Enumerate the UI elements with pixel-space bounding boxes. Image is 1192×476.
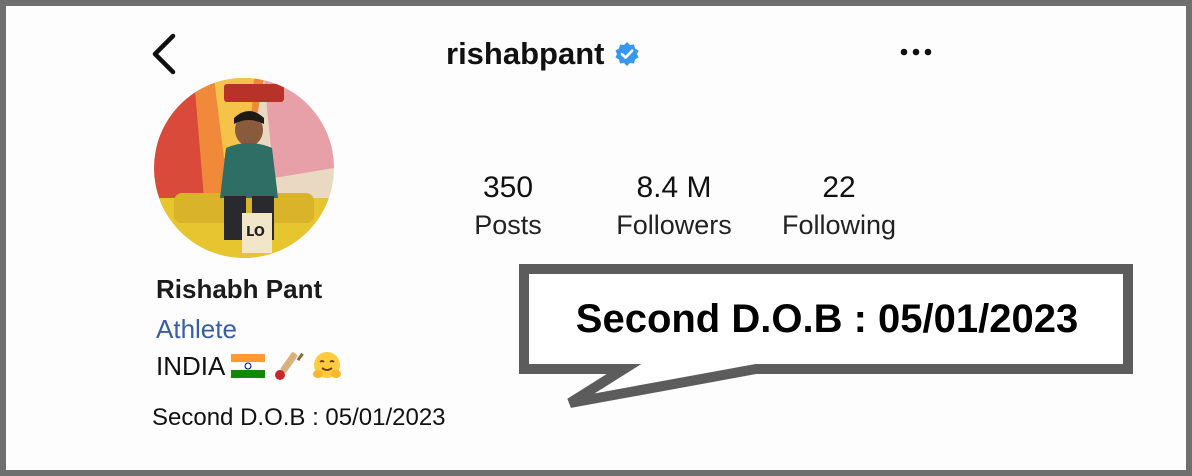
chevron-left-icon bbox=[152, 33, 176, 75]
profile-avatar[interactable]: LO bbox=[154, 78, 334, 258]
flag-india-icon bbox=[231, 354, 266, 378]
verified-badge-icon bbox=[615, 42, 639, 66]
username: rishabpant bbox=[446, 36, 605, 71]
cricket-icon bbox=[275, 352, 305, 380]
screenshot-frame: rishabpant LO 350 Posts 8.4 M Followers … bbox=[0, 0, 1192, 476]
following-count: 22 bbox=[822, 171, 856, 204]
svg-text:LO: LO bbox=[246, 225, 265, 240]
more-dots-icon bbox=[900, 48, 932, 56]
posts-label: Posts bbox=[474, 210, 542, 240]
posts-stat[interactable]: 350 Posts bbox=[466, 170, 550, 244]
profile-category: Athlete bbox=[156, 314, 237, 344]
hug-emoji-icon bbox=[313, 352, 342, 378]
profile-header: rishabpant bbox=[446, 34, 640, 74]
followers-stat[interactable]: 8.4 M Followers bbox=[606, 170, 742, 244]
profile-name: Rishabh Pant bbox=[156, 274, 323, 304]
following-stat[interactable]: 22 Following bbox=[774, 170, 904, 244]
following-label: Following bbox=[781, 210, 897, 240]
callout-text: Second D.O.B : 05/01/2023 bbox=[575, 296, 1079, 341]
avatar-photo: LO bbox=[154, 78, 334, 258]
profile-bio: INDIA bbox=[156, 350, 343, 382]
bio-text: INDIA bbox=[156, 350, 226, 381]
back-button[interactable] bbox=[146, 32, 182, 76]
followers-label: Followers bbox=[616, 210, 732, 240]
more-options-button[interactable] bbox=[896, 34, 936, 70]
followers-count: 8.4 M bbox=[636, 171, 712, 204]
posts-count: 350 bbox=[482, 171, 534, 204]
profile-dob-line: Second D.O.B : 05/01/2023 bbox=[152, 404, 446, 431]
